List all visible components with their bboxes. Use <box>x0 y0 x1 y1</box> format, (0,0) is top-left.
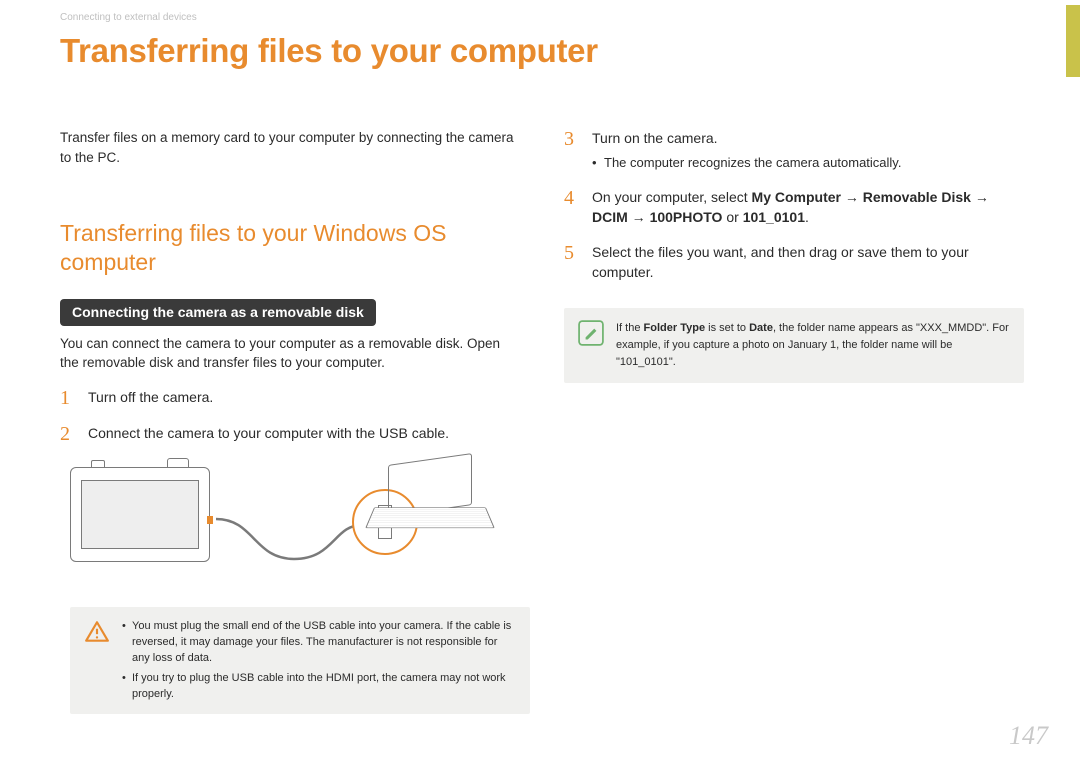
arrow: → <box>628 209 650 225</box>
caution-item: If you try to plug the USB cable into th… <box>122 671 516 703</box>
subsection-pill: Connecting the camera as a removable dis… <box>60 299 376 326</box>
caution-callout: You must plug the small end of the USB c… <box>70 607 530 715</box>
path-removable-disk: Removable Disk <box>863 189 971 205</box>
caution-icon <box>84 619 110 645</box>
usb-connection-figure <box>70 459 490 589</box>
step-3: 3 Turn on the camera. The computer recog… <box>564 128 1024 173</box>
step-text: Turn off the camera. <box>88 387 520 407</box>
left-column: Transfer files on a memory card to your … <box>60 128 520 714</box>
note-text: If the Folder Type is set to Date, the f… <box>616 320 1010 371</box>
path-100photo: 100PHOTO <box>650 209 723 225</box>
section-heading: Transferring files to your Windows OS co… <box>60 219 520 277</box>
t: . <box>805 209 809 225</box>
steps-left: 1 Turn off the camera. 2 Connect the cam… <box>60 387 520 445</box>
label-date: Date <box>749 322 773 334</box>
t: is set to <box>705 322 749 334</box>
t: On your computer, select <box>592 189 752 205</box>
t: If the <box>616 322 644 334</box>
usb-cable-illustration <box>214 515 364 565</box>
arrow: → <box>971 189 989 205</box>
arrow: → <box>841 189 863 205</box>
path-101-0101: 101_0101 <box>743 209 805 225</box>
step-text: Select the files you want, and then drag… <box>592 242 1024 283</box>
right-column: 3 Turn on the camera. The computer recog… <box>564 128 1024 383</box>
step-number: 4 <box>564 187 578 209</box>
caution-item: You must plug the small end of the USB c… <box>122 619 516 667</box>
step-number: 3 <box>564 128 578 150</box>
laptop-illustration <box>370 459 490 539</box>
label-folder-type: Folder Type <box>644 322 706 334</box>
path-my-computer: My Computer <box>752 189 841 205</box>
step-2: 2 Connect the camera to your computer wi… <box>60 423 520 445</box>
breadcrumb: Connecting to external devices <box>60 12 197 23</box>
body-text: You can connect the camera to your compu… <box>60 334 520 373</box>
step-number: 1 <box>60 387 74 409</box>
step-text: On your computer, select My Computer → R… <box>592 187 1024 228</box>
step-sub-item: The computer recognizes the camera autom… <box>592 154 1024 173</box>
manual-page: Connecting to external devices Transferr… <box>0 0 1080 765</box>
side-tab <box>1066 5 1080 77</box>
page-title: Transferring files to your computer <box>60 32 598 70</box>
step-sublist: The computer recognizes the camera autom… <box>592 154 1024 173</box>
caution-list: You must plug the small end of the USB c… <box>122 619 516 703</box>
step-5: 5 Select the files you want, and then dr… <box>564 242 1024 283</box>
page-number: 147 <box>1009 721 1048 751</box>
step-text-main: Turn on the camera. <box>592 130 718 146</box>
step-text: Connect the camera to your computer with… <box>88 423 520 443</box>
step-number: 5 <box>564 242 578 264</box>
note-callout: If the Folder Type is set to Date, the f… <box>564 308 1024 383</box>
t: or <box>722 209 742 225</box>
step-1: 1 Turn off the camera. <box>60 387 520 409</box>
pencil-note-icon <box>578 320 604 346</box>
steps-right: 3 Turn on the camera. The computer recog… <box>564 128 1024 282</box>
step-number: 2 <box>60 423 74 445</box>
camera-illustration <box>70 467 210 562</box>
path-dcim: DCIM <box>592 209 628 225</box>
intro-text: Transfer files on a memory card to your … <box>60 128 520 167</box>
step-text: Turn on the camera. The computer recogni… <box>592 128 1024 173</box>
step-4: 4 On your computer, select My Computer →… <box>564 187 1024 228</box>
